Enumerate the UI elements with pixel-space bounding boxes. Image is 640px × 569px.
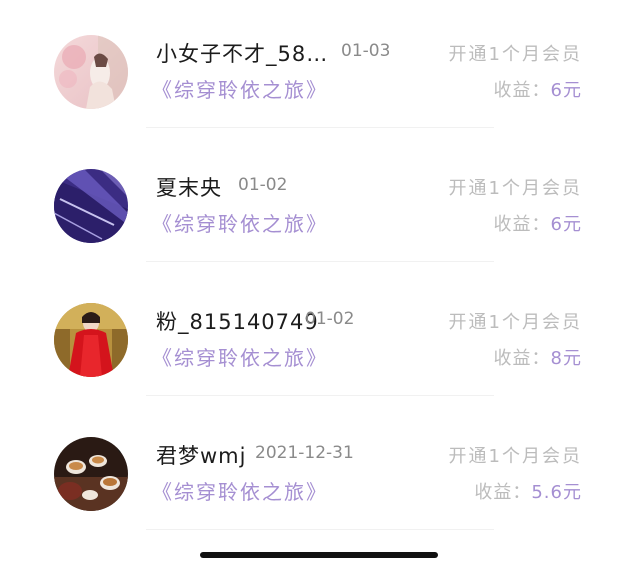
- user-name: 小女子不才_58…: [156, 42, 329, 66]
- user-avatar[interactable]: [54, 169, 128, 243]
- row-divider: [146, 127, 494, 128]
- row-divider: [146, 261, 494, 262]
- user-name: 君梦wmj: [156, 444, 247, 468]
- income-amount: 6元: [550, 214, 582, 235]
- income-amount: 5.6元: [531, 482, 582, 503]
- record-date: 2021-12-31: [255, 443, 354, 463]
- record-description: 开通1个月会员: [448, 44, 582, 65]
- record-row[interactable]: 小女子不才_58… 01-03 《综穿聆依之旅》 开通1个月会员 收益：6元: [0, 0, 640, 134]
- avatar-image-tea-set: [54, 437, 128, 511]
- income-record-list: 小女子不才_58… 01-03 《综穿聆依之旅》 开通1个月会员 收益：6元 夏…: [0, 0, 640, 536]
- book-title-link[interactable]: 《综穿聆依之旅》: [152, 74, 328, 103]
- record-date: 01-02: [238, 175, 288, 195]
- income: 收益：5.6元: [474, 478, 582, 504]
- income-label: 收益：: [474, 482, 532, 503]
- avatar-image-red-costume: [54, 303, 128, 377]
- income-label: 收益：: [493, 348, 551, 369]
- income: 收益：8元: [494, 344, 582, 370]
- book-title-link[interactable]: 《综穿聆依之旅》: [152, 476, 328, 505]
- record-row[interactable]: 粉_815140749 01-02 《综穿聆依之旅》 开通1个月会员 收益：8元: [0, 268, 640, 402]
- income: 收益：6元: [494, 76, 582, 102]
- row-divider: [146, 395, 494, 396]
- avatar-image-purple-fabric: [54, 169, 128, 243]
- book-title-link[interactable]: 《综穿聆依之旅》: [152, 208, 328, 237]
- income-label: 收益：: [493, 80, 551, 101]
- user-avatar[interactable]: [54, 303, 128, 377]
- home-indicator-bar[interactable]: [200, 552, 438, 558]
- record-row[interactable]: 夏末央 01-02 《综穿聆依之旅》 开通1个月会员 收益：6元: [0, 134, 640, 268]
- record-date: 01-02: [305, 309, 355, 329]
- user-name: 粉_815140749: [156, 310, 319, 334]
- user-avatar[interactable]: [54, 437, 128, 511]
- record-row[interactable]: 君梦wmj 2021-12-31 《综穿聆依之旅》 开通1个月会员 收益：5.6…: [0, 402, 640, 536]
- book-title-link[interactable]: 《综穿聆依之旅》: [152, 342, 328, 371]
- user-name: 夏末央: [156, 176, 222, 200]
- income-amount: 8元: [550, 348, 582, 369]
- row-divider: [146, 529, 494, 530]
- avatar-image-pink-painting: [54, 35, 128, 109]
- record-description: 开通1个月会员: [448, 312, 582, 333]
- user-avatar[interactable]: [54, 35, 128, 109]
- record-description: 开通1个月会员: [448, 446, 582, 467]
- income: 收益：6元: [494, 210, 582, 236]
- income-label: 收益：: [493, 214, 551, 235]
- record-description: 开通1个月会员: [448, 178, 582, 199]
- record-date: 01-03: [341, 41, 391, 61]
- income-amount: 6元: [550, 80, 582, 101]
